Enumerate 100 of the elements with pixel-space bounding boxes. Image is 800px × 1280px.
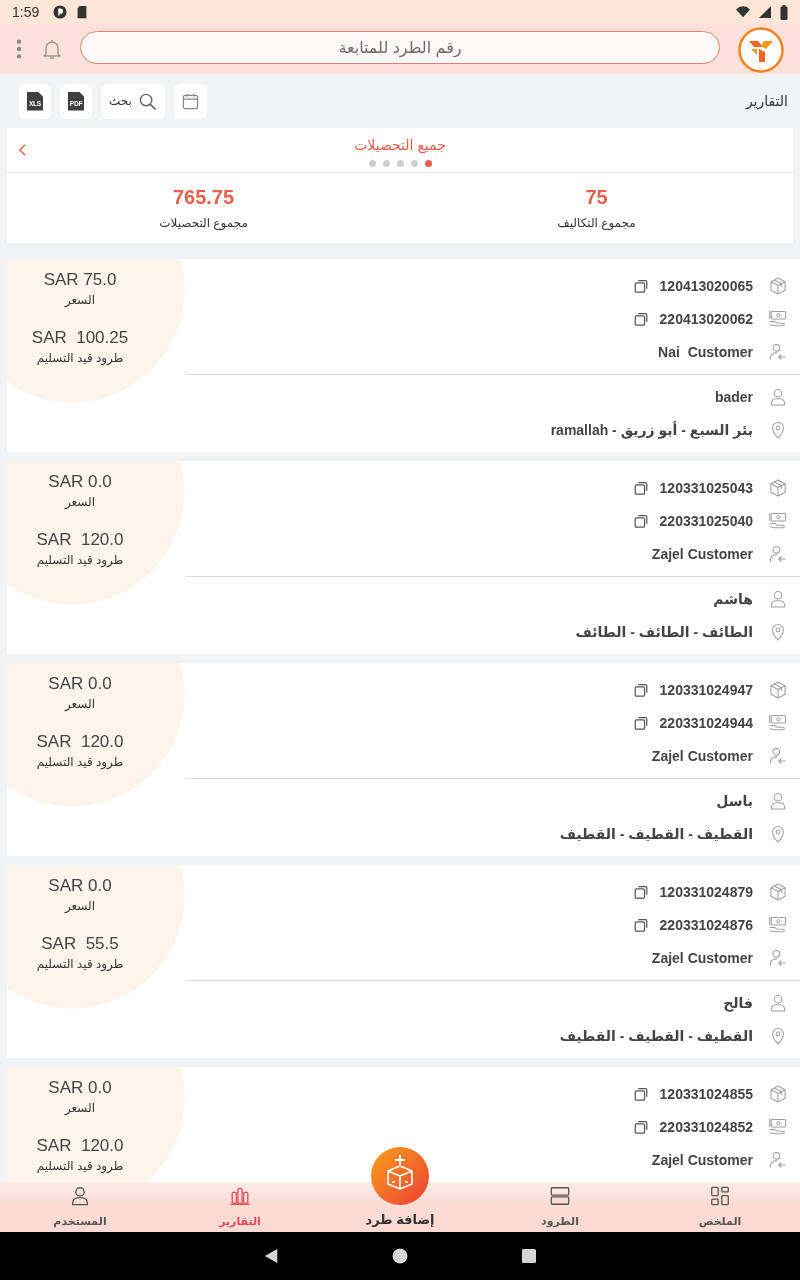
package-icon [768,679,788,700]
nav-tab[interactable]: الطرود [541,1185,579,1228]
calendar-icon [180,91,200,111]
pending-label: طرود قيد التسليم [36,552,124,569]
price-label: السعر [64,494,96,511]
reference-number: 220331024852 [659,1118,753,1135]
price-amount: SAR 0.0 [48,1077,112,1099]
nav-tab[interactable]: المستخدم [53,1185,107,1228]
cash-hand-icon [768,510,788,531]
copy-icon[interactable] [632,714,649,731]
pending-amount: SAR 120.0 [36,529,124,551]
page-dot[interactable] [424,159,432,167]
page-dot[interactable] [368,159,376,167]
user-icon [768,386,788,407]
package-icon [768,1083,788,1104]
package-icon [768,477,788,498]
summary-title: جميع التحصيلات [354,135,446,154]
pending-label: طرود قيد التسليم [36,350,124,367]
recipient-name: باسل [716,792,753,809]
stat-value: 765.75 [172,185,235,209]
home-icon[interactable] [392,1248,408,1264]
tracking-search-field[interactable]: رقم الطرد للمتابعة [80,31,720,64]
price-label: السعر [64,292,96,309]
cash-hand-icon [768,1116,788,1137]
cash-hand-icon [768,308,788,329]
pending-label: طرود قيد التسليم [36,956,124,973]
customer-name: Zajel Customer [651,545,753,562]
page-dot[interactable] [382,159,390,167]
user-arrow-icon [768,341,788,362]
tracking-number: 120331025043 [659,479,753,496]
tracking-number: 120413020065 [659,277,753,294]
recipient-name: هاشم [713,590,753,607]
user-arrow-icon [768,745,788,766]
wifi-icon [736,5,750,19]
dashboard-grid-icon [709,1185,731,1207]
user-arrow-icon [768,543,788,564]
box-plus-icon [371,1147,429,1205]
pending-amount: SAR 100.25 [31,327,129,349]
customer-name: Zajel Customer [651,1151,753,1168]
user-arrow-icon [768,947,788,968]
status-time: 1:59 [12,4,40,20]
page-dot[interactable] [396,159,404,167]
address-text: الطائف - الطائف - الطائف [575,623,753,640]
reference-number: 220331025040 [659,512,753,529]
address-text: بئر السبع - أبو زريق - ramallah [550,421,753,438]
cash-hand-icon [768,712,788,733]
copy-icon[interactable] [632,1085,649,1102]
cash-hand-icon [768,914,788,935]
pending-amount: SAR 120.0 [36,731,124,753]
copy-icon[interactable] [632,479,649,496]
user-icon [69,1185,91,1207]
copy-icon[interactable] [632,681,649,698]
customer-name: Zajel Customer [651,747,753,764]
date-filter-button[interactable] [173,83,207,119]
price-label: السعر [64,898,96,915]
copy-icon[interactable] [632,512,649,529]
chevron-left-icon[interactable] [18,143,27,157]
tracking-number: 120331024947 [659,681,753,698]
package-icon [768,275,788,296]
copy-icon[interactable] [632,883,649,900]
copy-icon[interactable] [632,916,649,933]
more-menu-icon[interactable] [16,38,22,60]
pending-label: طرود قيد التسليم [36,1158,124,1175]
copy-icon[interactable] [632,310,649,327]
price-label: السعر [64,1100,96,1117]
battery-icon [780,4,788,20]
search-button[interactable]: بحث [101,83,165,119]
logo-icon [738,27,784,73]
page-dot[interactable] [410,159,418,167]
bar-chart-icon [229,1185,251,1207]
price-amount: SAR 75.0 [43,269,117,291]
price-amount: SAR 0.0 [48,875,112,897]
price-amount: SAR 0.0 [48,471,112,493]
reference-number: 220331024944 [659,714,753,731]
copy-icon[interactable] [632,277,649,294]
recipient-name: فالح [723,994,753,1011]
stat-value: 75 [585,185,608,209]
copy-icon[interactable] [632,1118,649,1135]
user-icon [768,588,788,609]
user-icon [768,992,788,1013]
stat-label: مجموع التحصيلات [159,215,248,231]
customer-name: Zajel Customer [651,949,753,966]
tracking-number: 120331024879 [659,883,753,900]
price-label: السعر [64,696,96,713]
pending-amount: SAR 55.5 [41,933,119,955]
address-text: القطيف - القطيف - القطيف [559,825,753,842]
package-icon [768,881,788,902]
back-icon[interactable] [263,1248,279,1264]
address-text: القطيف - القطيف - القطيف [559,1027,753,1044]
nav-tab[interactable]: الملخص [698,1185,742,1228]
app-notification-icon [53,5,68,19]
signal-icon [758,5,772,19]
reference-number: 220331024876 [659,916,753,933]
search-icon [137,91,157,111]
customer-name: Nai Customer [658,343,753,360]
pending-amount: SAR 120.0 [36,1135,124,1157]
user-arrow-icon [768,1149,788,1170]
tracking-number: 120331024855 [659,1085,753,1102]
reference-number: 220413020062 [659,310,753,327]
recents-icon[interactable] [521,1248,537,1264]
